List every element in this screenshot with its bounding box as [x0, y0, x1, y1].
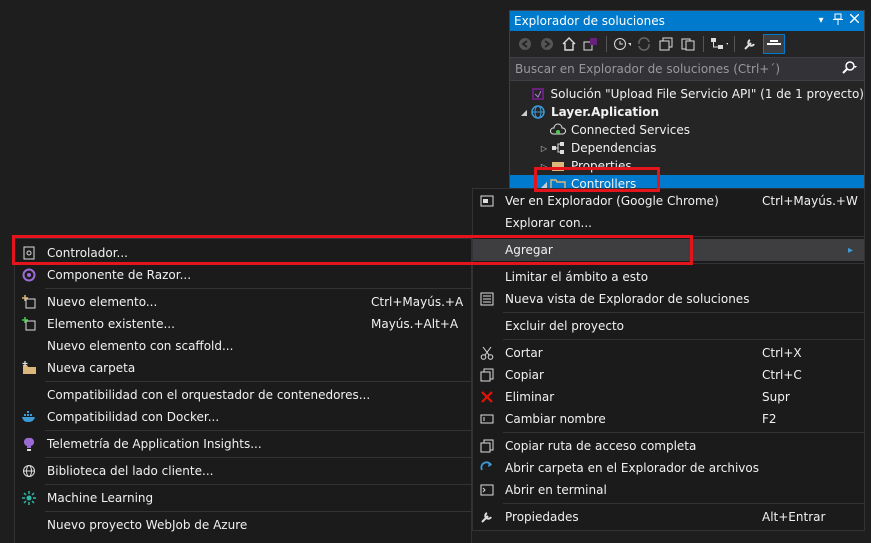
show-all-files-icon[interactable]	[679, 35, 697, 53]
solution-explorer-title: Explorador de soluciones	[514, 14, 665, 28]
new-view-icon	[479, 291, 495, 307]
properties-icon	[550, 159, 566, 173]
add-submenu: Controlador... Componente de Razor... Nu…	[14, 238, 472, 543]
menu-item-cut[interactable]: Cortar Ctrl+X	[473, 342, 864, 364]
switch-views-icon[interactable]	[582, 35, 600, 53]
menu-separator	[503, 263, 864, 264]
new-item-icon	[21, 294, 37, 310]
tree-item-solution[interactable]: Solución "Upload File Servicio API" (1 d…	[510, 85, 864, 103]
menu-separator	[503, 236, 864, 237]
dependencies-icon	[550, 141, 566, 155]
toolbar-separator	[734, 36, 735, 52]
menu-separator	[45, 430, 471, 431]
menu-item-copy[interactable]: Copiar Ctrl+C	[473, 364, 864, 386]
menu-item-rename[interactable]: Cambiar nombre F2	[473, 408, 864, 430]
delete-icon	[479, 389, 495, 405]
menu-item-exclude-from-project[interactable]: Excluir del proyecto	[473, 315, 864, 337]
submenu-item-razor-component[interactable]: Componente de Razor...	[15, 264, 471, 286]
browser-icon	[479, 193, 495, 209]
toolbar-separator	[703, 36, 704, 52]
collapsed-arrow-icon[interactable]: ▷	[538, 144, 550, 153]
toolbar-separator	[606, 36, 607, 52]
menu-item-properties[interactable]: Propiedades Alt+Entrar	[473, 506, 864, 528]
solution-explorer-toolbar	[510, 31, 864, 58]
wrench-icon	[479, 509, 495, 525]
submenu-item-new-folder[interactable]: Nueva carpeta	[15, 357, 471, 379]
menu-separator	[45, 288, 471, 289]
scissors-icon	[479, 345, 495, 361]
submenu-item-container-orchestrator[interactable]: Compatibilidad con el orquestador de con…	[15, 384, 471, 406]
tree-item-dependencies[interactable]: ▷ Dependencias	[510, 139, 864, 157]
rename-icon	[479, 411, 495, 427]
context-menu: Ver en Explorador (Google Chrome) Ctrl+M…	[472, 188, 865, 531]
menu-separator	[45, 484, 471, 485]
menu-item-delete[interactable]: Eliminar Supr	[473, 386, 864, 408]
solution-explorer-search[interactable]: Buscar en Explorador de soluciones (Ctrl…	[510, 58, 864, 81]
submenu-item-controller[interactable]: Controlador...	[15, 242, 471, 264]
menu-item-copy-full-path[interactable]: Copiar ruta de acceso completa	[473, 435, 864, 457]
expanded-arrow-icon[interactable]: ◢	[518, 108, 530, 117]
pending-changes-icon[interactable]	[613, 35, 631, 53]
library-icon	[21, 463, 37, 479]
back-icon[interactable]	[516, 35, 534, 53]
docker-icon	[21, 409, 37, 425]
copy-path-icon	[479, 438, 495, 454]
open-folder-icon	[479, 460, 495, 476]
menu-separator	[45, 457, 471, 458]
submenu-item-application-insights[interactable]: Telemetría de Application Insights...	[15, 433, 471, 455]
solution-explorer-panel: Explorador de soluciones ▾ Buscar en Exp…	[509, 10, 865, 193]
submenu-arrow-icon: ▸	[848, 244, 854, 256]
existing-item-icon	[21, 316, 37, 332]
tree-item-connected-services[interactable]: Connected Services	[510, 121, 864, 139]
submenu-item-client-side-library[interactable]: Biblioteca del lado cliente...	[15, 460, 471, 482]
menu-separator	[503, 339, 864, 340]
menu-separator	[45, 511, 471, 512]
copy-icon	[479, 367, 495, 383]
submenu-item-existing-item[interactable]: Elemento existente... Mayús.+Alt+A	[15, 313, 471, 335]
collapse-all-icon[interactable]	[657, 35, 675, 53]
collapsed-arrow-icon[interactable]: ▷	[538, 162, 550, 171]
menu-separator	[503, 312, 864, 313]
tree-item-properties[interactable]: ▷ Properties	[510, 157, 864, 175]
search-icon[interactable]	[842, 61, 858, 79]
web-project-icon	[530, 105, 546, 119]
submenu-item-new-item[interactable]: Nuevo elemento... Ctrl+Mayús.+A	[15, 291, 471, 313]
properties-tree-icon[interactable]	[710, 35, 728, 53]
new-folder-icon	[21, 360, 37, 376]
solution-explorer-titlebar: Explorador de soluciones ▾	[510, 11, 864, 31]
submenu-item-azure-webjob[interactable]: Nuevo proyecto WebJob de Azure	[15, 514, 471, 536]
menu-item-browse-with[interactable]: Explorar con...	[473, 212, 864, 234]
menu-separator	[45, 381, 471, 382]
controller-icon	[21, 245, 37, 261]
pin-icon[interactable]	[831, 13, 845, 28]
submenu-item-machine-learning[interactable]: Machine Learning	[15, 487, 471, 509]
home-icon[interactable]	[560, 35, 578, 53]
insights-icon	[21, 436, 37, 452]
menu-separator	[503, 432, 864, 433]
sync-icon[interactable]	[635, 35, 653, 53]
menu-item-scope-to-this[interactable]: Limitar el ámbito a esto	[473, 266, 864, 288]
terminal-icon	[479, 482, 495, 498]
ml-icon	[21, 490, 37, 506]
menu-item-add[interactable]: Agregar ▸	[473, 239, 864, 261]
forward-icon[interactable]	[538, 35, 556, 53]
close-icon[interactable]	[847, 13, 861, 28]
connected-services-icon	[550, 123, 566, 137]
preview-selected-icon[interactable]	[763, 34, 785, 54]
submenu-item-docker-support[interactable]: Compatibilidad con Docker...	[15, 406, 471, 428]
wrench-icon[interactable]	[741, 35, 759, 53]
solution-icon	[530, 87, 546, 101]
menu-item-view-in-browser[interactable]: Ver en Explorador (Google Chrome) Ctrl+M…	[473, 190, 864, 212]
menu-item-open-in-terminal[interactable]: Abrir en terminal	[473, 479, 864, 501]
menu-item-new-explorer-view[interactable]: Nueva vista de Explorador de soluciones	[473, 288, 864, 310]
razor-icon	[21, 267, 37, 283]
solution-tree: Solución "Upload File Servicio API" (1 d…	[510, 81, 864, 193]
menu-item-open-in-file-explorer[interactable]: Abrir carpeta en el Explorador de archiv…	[473, 457, 864, 479]
tree-item-project[interactable]: ◢ Layer.Aplication	[510, 103, 864, 121]
menu-separator	[503, 503, 864, 504]
window-position-icon[interactable]: ▾	[814, 13, 828, 28]
search-placeholder: Buscar en Explorador de soluciones (Ctrl…	[515, 62, 781, 76]
submenu-item-new-scaffolded-item[interactable]: Nuevo elemento con scaffold...	[15, 335, 471, 357]
